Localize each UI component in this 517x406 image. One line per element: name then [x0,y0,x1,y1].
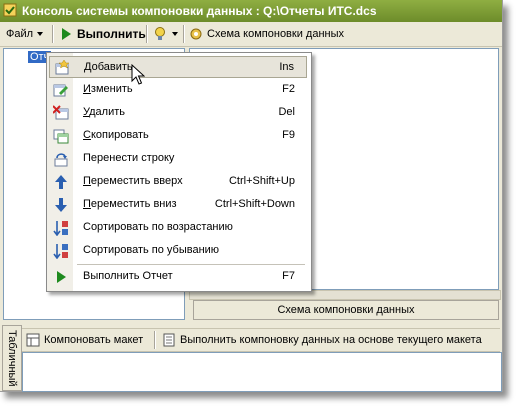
menu-item-sort-ascending[interactable]: Сортировать по возрастанию [49,217,307,239]
sort-descending-icon [53,244,68,259]
settings-dropdown-button[interactable] [152,25,178,43]
run-report-icon [57,271,66,283]
schema-label: Схема компоновки данных [207,28,345,40]
delete-icon [53,105,69,120]
menu-item-edit[interactable]: Изменить F2 [49,79,307,101]
menu-item-label: Скопировать [83,129,149,141]
run-label: Выполнить [77,27,146,41]
toolbar-separator [183,25,185,43]
menu-item-label: Выполнить Отчет [83,270,173,282]
menu-item-shortcut: F7 [282,270,295,282]
toolbar: Файл Выполнить Схема компоновки данных [0,22,502,47]
menu-item-shortcut: Ctrl+Shift+Up [228,175,295,187]
menu-item-label: Добавить [84,61,133,73]
menu-item-move-up[interactable]: Переместить вверх Ctrl+Shift+Up [49,171,307,193]
menu-item-move-down[interactable]: Переместить вниз Ctrl+Shift+Down [49,194,307,216]
app-icon [3,3,17,17]
menu-item-shortcut: Del [278,106,295,118]
tab-schema-label: Схема компоновки данных [277,304,415,316]
menu-item-shortcut: F2 [282,83,295,95]
menu-item-shortcut: Ins [279,61,294,73]
toolbar-separator [146,25,148,43]
sort-ascending-icon [53,221,68,236]
context-menu: Добавить Ins Изменить F2 Удалить Del Ско… [46,52,312,292]
tab-table-label: Табличный [6,330,18,387]
result-area[interactable] [22,352,502,392]
menu-item-add[interactable]: Добавить Ins [49,56,307,78]
schema-button[interactable]: Схема компоновки данных [189,25,344,43]
execute-composition-button[interactable]: Выполнить компоновку данных на основе те… [162,331,482,349]
chevron-down-icon [37,32,44,36]
edit-icon [53,84,68,97]
bulb-icon [155,27,165,40]
menu-item-label: Изменить [83,83,133,95]
file-menu-button[interactable]: Файл [6,25,44,43]
menu-item-label: Переместить вверх [83,175,183,187]
mouse-cursor-icon [131,64,145,85]
add-icon [55,60,70,75]
menu-item-copy[interactable]: Скопировать F9 [49,125,307,147]
tab-table[interactable]: Табличный [2,325,22,391]
menu-item-label: Сортировать по возрастанию [83,221,233,233]
file-menu-label: Файл [6,28,34,40]
move-row-icon [54,153,68,167]
menu-item-move-row[interactable]: Перенести строку [49,148,307,170]
menu-item-label: Сортировать по убыванию [83,244,220,256]
layout-icon [26,333,40,347]
run-button[interactable]: Выполнить [60,25,146,43]
arrow-up-icon [55,175,67,189]
menu-item-delete[interactable]: Удалить Del [49,102,307,124]
menu-item-shortcut: F9 [282,129,295,141]
bottom-toolbar: Компоновать макет Выполнить компоновку д… [22,328,500,352]
execute-composition-label: Выполнить компоновку данных на основе те… [180,334,482,346]
title-bar[interactable]: Консоль системы компоновки данных : Q:\О… [0,0,502,22]
toolbar-separator [52,25,54,43]
menu-item-label: Перенести строку [83,152,175,164]
menu-item-label: Удалить [83,106,126,118]
menu-item-label: Переместить вниз [83,198,177,210]
menu-item-run-report[interactable]: Выполнить Отчет F7 [49,266,307,288]
main-window: Консоль системы компоновки данных : Q:\О… [0,0,503,392]
document-icon [163,333,175,347]
menu-item-shortcut: Ctrl+Shift+Down [214,198,295,210]
arrow-down-icon [55,198,67,212]
toolbar-separator [154,331,156,349]
compose-layout-button[interactable]: Компоновать макет [26,331,143,349]
copy-icon [53,129,69,144]
compose-layout-label: Компоновать макет [44,334,144,346]
menu-item-sort-descending[interactable]: Сортировать по убыванию [49,240,307,262]
play-icon [62,28,71,40]
window-title: Консоль системы компоновки данных : Q:\О… [22,4,377,18]
tab-schema[interactable]: Схема компоновки данных [193,300,499,320]
schema-icon [190,28,202,40]
chevron-down-icon [172,32,178,36]
menu-separator [77,264,305,265]
